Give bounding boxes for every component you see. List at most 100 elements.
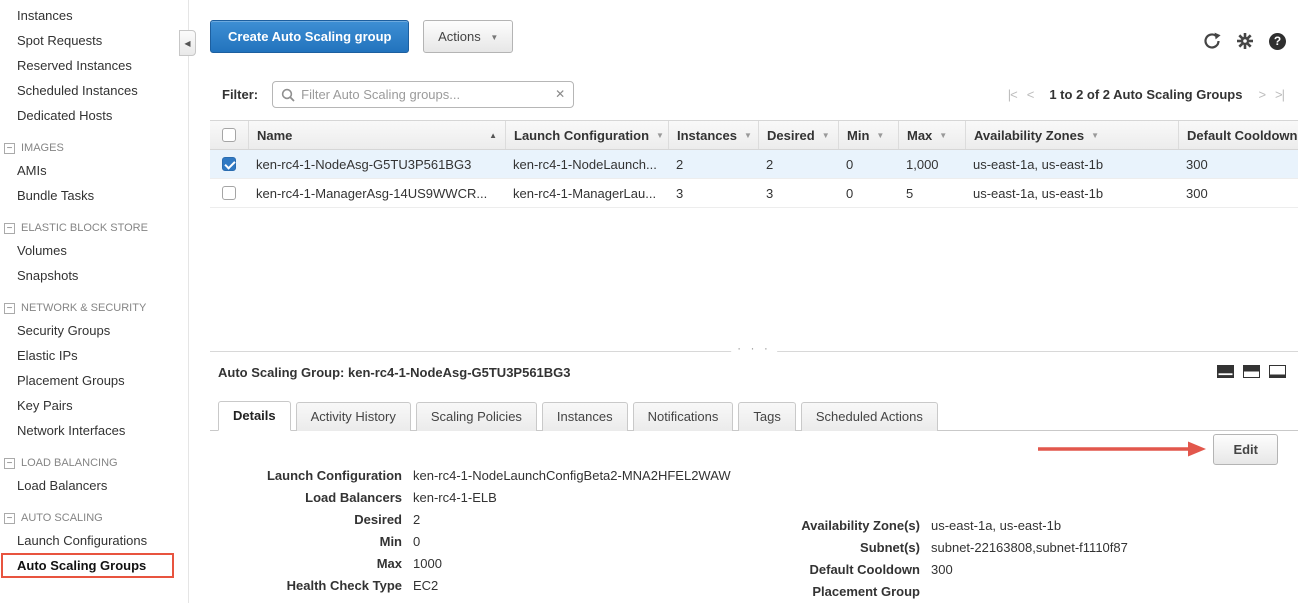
edit-button[interactable]: Edit xyxy=(1213,434,1278,465)
column-header-availability-zones[interactable]: Availability Zones ▼ xyxy=(965,121,1178,149)
sidebar-item-placement-groups[interactable]: Placement Groups xyxy=(0,368,188,393)
select-all-checkbox[interactable] xyxy=(222,128,236,142)
filter-search-input[interactable] xyxy=(301,87,547,102)
field-label: Load Balancers xyxy=(218,490,402,505)
field-label: Desired xyxy=(218,512,402,527)
settings-gear-icon[interactable] xyxy=(1236,32,1254,50)
edit-annotation-arrow xyxy=(1036,440,1208,458)
field-value: 1000 xyxy=(413,556,442,571)
sidebar-section-network-security[interactable]: − NETWORK & SECURITY xyxy=(4,302,188,314)
sidebar-item-elastic-ips[interactable]: Elastic IPs xyxy=(0,343,188,368)
tab-activity-history[interactable]: Activity History xyxy=(296,402,411,431)
filter-bar: Filter: ✕ |< < 1 to 2 of 2 Auto Scaling … xyxy=(210,79,1298,109)
help-icon[interactable]: ? xyxy=(1269,33,1286,50)
sidebar-section-images[interactable]: − IMAGES xyxy=(4,142,188,154)
sidebar-item-instances[interactable]: Instances xyxy=(0,3,188,28)
sidebar-item-security-groups[interactable]: Security Groups xyxy=(0,318,188,343)
sidebar-section-elastic-block-store[interactable]: − ELASTIC BLOCK STORE xyxy=(4,222,188,234)
column-header-name[interactable]: Name ▲ xyxy=(248,121,505,149)
field-value: EC2 xyxy=(413,578,438,593)
cell-max: 1,000 xyxy=(898,157,965,172)
sidebar-item-launch-configurations[interactable]: Launch Configurations xyxy=(0,528,188,553)
sidebar-item-auto-scaling-groups[interactable]: Auto Scaling Groups xyxy=(1,553,174,578)
tab-notifications[interactable]: Notifications xyxy=(633,402,734,431)
column-header-instances[interactable]: Instances ▼ xyxy=(668,121,758,149)
field-load-balancers: Load Balancers ken-rc4-1-ELB xyxy=(218,490,731,505)
cell-launch-configuration: ken-rc4-1-ManagerLau... xyxy=(505,186,668,201)
cell-instances: 2 xyxy=(668,157,758,172)
pane-layout-controls xyxy=(1217,365,1286,378)
field-label: Launch Configuration xyxy=(218,468,402,483)
tab-details[interactable]: Details xyxy=(218,401,291,431)
field-default-cooldown: Default Cooldown 300 xyxy=(742,562,1128,577)
collapse-section-icon: − xyxy=(4,143,15,154)
pagination-last-button[interactable]: >| xyxy=(1275,87,1284,102)
filter-search-box[interactable]: ✕ xyxy=(272,81,574,108)
pane-layout-split-icon[interactable] xyxy=(1243,365,1260,378)
sidebar-item-spot-requests[interactable]: Spot Requests xyxy=(0,28,188,53)
sidebar-section-auto-scaling[interactable]: − AUTO SCALING xyxy=(4,512,188,524)
column-header-default-cooldown[interactable]: Default Cooldown xyxy=(1178,121,1298,149)
field-health-check-type: Health Check Type EC2 xyxy=(218,578,731,593)
column-header-min[interactable]: Min ▼ xyxy=(838,121,898,149)
create-auto-scaling-group-button[interactable]: Create Auto Scaling group xyxy=(210,20,409,53)
pane-resize-handle[interactable]: · · · xyxy=(731,341,777,355)
tab-instances[interactable]: Instances xyxy=(542,402,628,431)
column-header-max[interactable]: Max ▼ xyxy=(898,121,965,149)
sidebar-item-bundle-tasks[interactable]: Bundle Tasks xyxy=(0,183,188,208)
column-label: Min xyxy=(847,128,869,143)
column-header-desired[interactable]: Desired ▼ xyxy=(758,121,838,149)
row-checkbox[interactable] xyxy=(222,186,236,200)
tab-scaling-policies[interactable]: Scaling Policies xyxy=(416,402,537,431)
sidebar-item-load-balancers[interactable]: Load Balancers xyxy=(0,473,188,498)
sidebar-collapse-button[interactable]: ◀ xyxy=(179,30,196,56)
sidebar-item-amis[interactable]: AMIs xyxy=(0,158,188,183)
field-value: ken-rc4-1-NodeLaunchConfigBeta2-MNA2HFEL… xyxy=(413,468,731,483)
detail-fields-left: Launch Configuration ken-rc4-1-NodeLaunc… xyxy=(218,468,731,600)
pane-layout-hidden-icon[interactable] xyxy=(1269,365,1286,378)
column-label: Name xyxy=(257,128,292,143)
cell-desired: 3 xyxy=(758,186,838,201)
row-checkbox[interactable] xyxy=(222,157,236,171)
pane-divider: · · · xyxy=(210,351,1298,352)
sidebar-item-network-interfaces[interactable]: Network Interfaces xyxy=(0,418,188,443)
sidebar-item-scheduled-instances[interactable]: Scheduled Instances xyxy=(0,78,188,103)
refresh-icon[interactable] xyxy=(1203,32,1221,50)
detail-pane-title: Auto Scaling Group: ken-rc4-1-NodeAsg-G5… xyxy=(218,365,571,380)
column-label: Availability Zones xyxy=(974,128,1084,143)
sidebar-section-label: NETWORK & SECURITY xyxy=(21,302,146,314)
table-row[interactable]: ken-rc4-1-ManagerAsg-14US9WWCR... ken-rc… xyxy=(210,179,1298,208)
detail-fields-right: Availability Zone(s) us-east-1a, us-east… xyxy=(742,518,1128,606)
pagination-first-button[interactable]: |< xyxy=(1008,87,1017,102)
field-value: ken-rc4-1-ELB xyxy=(413,490,497,505)
field-value: 0 xyxy=(413,534,420,549)
field-availability-zones: Availability Zone(s) us-east-1a, us-east… xyxy=(742,518,1128,533)
field-min: Min 0 xyxy=(218,534,731,549)
sidebar-item-snapshots[interactable]: Snapshots xyxy=(0,263,188,288)
field-label: Default Cooldown xyxy=(742,562,920,577)
sidebar-item-volumes[interactable]: Volumes xyxy=(0,238,188,263)
table-row[interactable]: ken-rc4-1-NodeAsg-G5TU3P561BG3 ken-rc4-1… xyxy=(210,150,1298,179)
tab-tags[interactable]: Tags xyxy=(738,402,795,431)
sidebar-item-key-pairs[interactable]: Key Pairs xyxy=(0,393,188,418)
sidebar-item-dedicated-hosts[interactable]: Dedicated Hosts xyxy=(0,103,188,128)
pane-layout-bottom-icon[interactable] xyxy=(1217,365,1234,378)
clear-filter-icon[interactable]: ✕ xyxy=(555,87,565,101)
field-value: 2 xyxy=(413,512,420,527)
field-max: Max 1000 xyxy=(218,556,731,571)
actions-button[interactable]: Actions ▼ xyxy=(423,20,513,53)
detail-tabs: Details Activity History Scaling Policie… xyxy=(210,402,1298,431)
search-icon xyxy=(281,88,295,105)
sidebar-section-load-balancing[interactable]: − LOAD BALANCING xyxy=(4,457,188,469)
cell-availability-zones: us-east-1a, us-east-1b xyxy=(965,157,1178,172)
pagination-next-button[interactable]: > xyxy=(1258,87,1265,102)
cell-default-cooldown: 300 xyxy=(1178,186,1298,201)
column-header-launch-configuration[interactable]: Launch Configuration ▼ xyxy=(505,121,668,149)
pagination-prev-button[interactable]: < xyxy=(1027,87,1034,102)
cell-name: ken-rc4-1-ManagerAsg-14US9WWCR... xyxy=(248,186,505,201)
field-label: Availability Zone(s) xyxy=(742,518,920,533)
field-desired: Desired 2 xyxy=(218,512,731,527)
field-value: subnet-22163808,subnet-f1110f87 xyxy=(931,540,1128,555)
tab-scheduled-actions[interactable]: Scheduled Actions xyxy=(801,402,938,431)
sidebar-item-reserved-instances[interactable]: Reserved Instances xyxy=(0,53,188,78)
